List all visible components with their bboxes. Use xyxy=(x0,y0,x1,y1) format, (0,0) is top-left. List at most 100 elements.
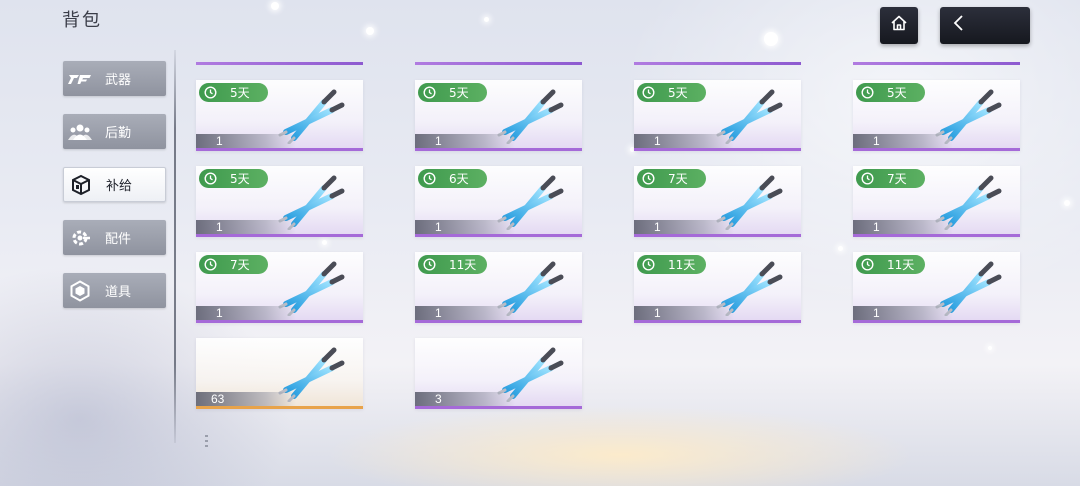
rarity-line xyxy=(634,148,801,151)
item-quantity: 1 xyxy=(853,220,953,234)
rarity-line xyxy=(853,148,1020,151)
expiry-timer-badge: 6天 xyxy=(418,169,487,188)
sparkle xyxy=(271,2,279,10)
inventory-item-card[interactable]: 11天 1 xyxy=(634,252,801,323)
sparkle xyxy=(838,246,843,251)
home-button[interactable] xyxy=(880,7,918,44)
rarity-line xyxy=(196,406,363,409)
timer-text: 11天 xyxy=(668,258,696,272)
sparkle xyxy=(322,240,327,245)
clock-icon xyxy=(639,169,658,188)
sparkle xyxy=(366,27,374,35)
sidebar-item-label: 武器 xyxy=(105,73,132,88)
item-quantity: 1 xyxy=(415,220,515,234)
timer-text: 11天 xyxy=(449,258,477,272)
rarity-line xyxy=(196,320,363,323)
sidebar-item-logistics[interactable]: 后勤 xyxy=(63,114,166,149)
item-quantity: 1 xyxy=(196,220,296,234)
inventory-item-card[interactable]: 7天 1 xyxy=(196,252,363,323)
weapon-icon xyxy=(63,61,97,96)
back-button[interactable] xyxy=(940,7,1030,44)
timer-text: 5天 xyxy=(230,86,250,100)
rarity-line xyxy=(634,320,801,323)
timer-text: 6天 xyxy=(449,172,469,186)
row-stub xyxy=(415,62,582,65)
expiry-timer-badge: 5天 xyxy=(856,83,925,102)
timer-text: 7天 xyxy=(668,172,688,186)
expiry-timer-badge: 11天 xyxy=(418,255,487,274)
sparkle xyxy=(1064,200,1070,206)
timer-text: 5天 xyxy=(887,86,907,100)
rarity-line xyxy=(853,320,1020,323)
inventory-item-card[interactable]: 5天 1 xyxy=(415,80,582,151)
sidebar-item-label: 配件 xyxy=(105,232,132,247)
sidebar-item-label: 补给 xyxy=(106,179,133,194)
item-quantity: 1 xyxy=(634,134,734,148)
row-stub xyxy=(853,62,1020,65)
expiry-timer-badge: 7天 xyxy=(637,169,706,188)
sparkle xyxy=(484,17,489,22)
timer-text: 5天 xyxy=(230,172,250,186)
inventory-item-card[interactable]: 5天 1 xyxy=(196,80,363,151)
timer-text: 7天 xyxy=(230,258,250,272)
expiry-timer-badge: 11天 xyxy=(637,255,706,274)
expiry-timer-badge: 11天 xyxy=(856,255,925,274)
page-title: 背包 xyxy=(62,10,102,31)
timer-text: 7天 xyxy=(887,172,907,186)
item-quantity: 3 xyxy=(415,392,515,406)
expiry-timer-badge: 5天 xyxy=(199,83,268,102)
rarity-line xyxy=(415,320,582,323)
gear-attachment-icon xyxy=(63,220,97,255)
row-stub xyxy=(634,62,801,65)
sidebar-divider xyxy=(174,50,176,443)
expiry-timer-badge: 7天 xyxy=(856,169,925,188)
inventory-item-card[interactable]: 7天 1 xyxy=(634,166,801,237)
rarity-line xyxy=(415,234,582,237)
logistics-icon xyxy=(63,114,97,149)
rarity-line xyxy=(634,234,801,237)
clock-icon xyxy=(639,83,658,102)
clock-icon xyxy=(858,169,877,188)
inventory-item-card[interactable]: 11天 1 xyxy=(415,252,582,323)
inventory-item-card[interactable]: 5天 1 xyxy=(196,166,363,237)
clock-icon xyxy=(201,169,220,188)
rarity-line xyxy=(853,234,1020,237)
sidebar-item-attachment[interactable]: 配件 xyxy=(63,220,166,255)
sidebar-item-label: 道具 xyxy=(105,285,132,300)
clock-icon xyxy=(858,83,877,102)
scroll-dots xyxy=(205,435,208,449)
clock-icon xyxy=(858,255,877,274)
supply-box-icon xyxy=(64,167,98,202)
timer-text: 5天 xyxy=(449,86,469,100)
hexagon-item-icon xyxy=(63,273,97,308)
item-quantity: 1 xyxy=(853,134,953,148)
expiry-timer-badge: 5天 xyxy=(637,83,706,102)
sidebar-item-supply[interactable]: 补给 xyxy=(63,167,166,202)
sidebar-item-props[interactable]: 道具 xyxy=(63,273,166,308)
item-quantity: 1 xyxy=(853,306,953,320)
item-quantity: 63 xyxy=(196,392,296,406)
expiry-timer-badge: 7天 xyxy=(199,255,268,274)
clock-icon xyxy=(201,83,220,102)
inventory-item-card[interactable]: 5天 1 xyxy=(853,80,1020,151)
inventory-item-card[interactable]: 7天 1 xyxy=(853,166,1020,237)
sidebar-item-weapon[interactable]: 武器 xyxy=(63,61,166,96)
sidebar-item-label: 后勤 xyxy=(105,126,132,141)
inventory-item-card[interactable]: 11天 1 xyxy=(853,252,1020,323)
item-quantity: 1 xyxy=(634,306,734,320)
inventory-item-card[interactable]: 6天 1 xyxy=(415,166,582,237)
home-icon xyxy=(890,14,908,37)
timer-text: 11天 xyxy=(887,258,915,272)
item-quantity: 1 xyxy=(196,306,296,320)
expiry-timer-badge: 5天 xyxy=(199,169,268,188)
sparkle xyxy=(988,346,992,350)
rarity-line xyxy=(196,234,363,237)
inventory-item-card[interactable]: 5天 1 xyxy=(634,80,801,151)
inventory-item-card[interactable]: 63 xyxy=(196,338,363,409)
inventory-item-card[interactable]: 3 xyxy=(415,338,582,409)
item-quantity: 1 xyxy=(634,220,734,234)
clock-icon xyxy=(420,169,439,188)
timer-text: 5天 xyxy=(668,86,688,100)
row-stub xyxy=(196,62,363,65)
chevron-left-icon xyxy=(952,14,966,37)
